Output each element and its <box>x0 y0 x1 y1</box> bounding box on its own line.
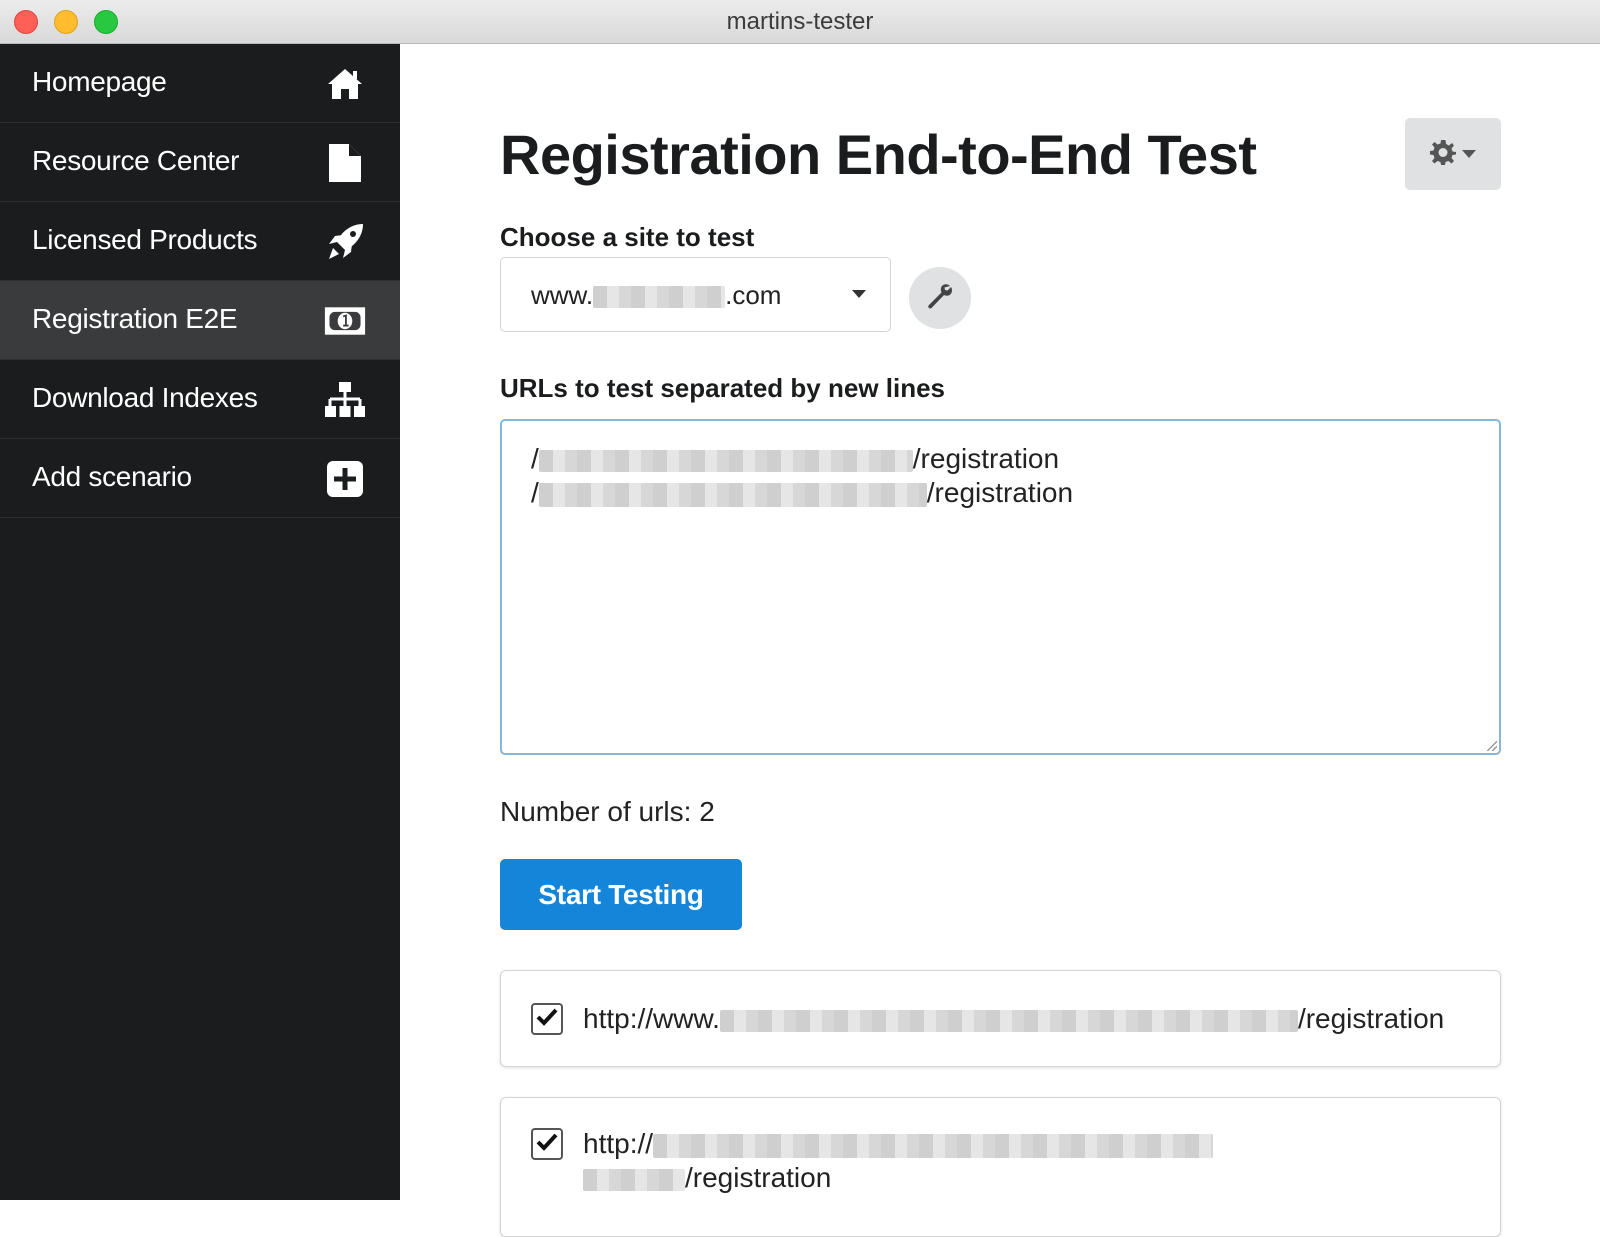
redacted-text <box>538 449 913 472</box>
file-icon <box>324 142 366 184</box>
redacted-text <box>653 1133 1214 1158</box>
result-card: http:// /registration <box>500 1097 1501 1237</box>
sidebar-item-label: Homepage <box>32 66 167 97</box>
url-line-prefix: / <box>531 443 539 474</box>
redacted-text <box>538 482 927 507</box>
result-url-continued: /registration <box>583 1162 831 1194</box>
url-count-label: Number of urls: <box>500 796 692 827</box>
url-count: Number of urls: 2 <box>500 796 715 828</box>
redacted-text <box>719 1009 1298 1032</box>
textarea-resize-handle[interactable] <box>1487 741 1497 751</box>
url-line: / /registration <box>531 477 1073 509</box>
site-select-dropdown[interactable]: www. .com <box>500 257 891 332</box>
result-url: http://www. /registration <box>583 1003 1444 1035</box>
result-checkbox[interactable] <box>531 1003 563 1035</box>
sitemap-icon <box>324 379 366 421</box>
url-line: / /registration <box>531 443 1059 475</box>
window-title: martins-tester <box>726 8 874 35</box>
sidebar-item-registration-e2e[interactable]: Registration E2E <box>0 281 400 360</box>
sidebar-item-label: Add scenario <box>32 461 192 492</box>
urls-textarea[interactable]: / /registration / /registration <box>500 419 1501 755</box>
gear-icon <box>1430 139 1456 170</box>
rocket-icon <box>324 221 366 263</box>
sidebar-item-resource-center[interactable]: Resource Center <box>0 123 400 202</box>
url-count-value: 2 <box>699 796 715 827</box>
start-testing-button[interactable]: Start Testing <box>500 859 742 930</box>
sidebar-item-licensed-products[interactable]: Licensed Products <box>0 202 400 281</box>
sidebar: Homepage Resource Center Licensed Produc… <box>0 44 400 1200</box>
url-line-prefix: / <box>531 477 539 508</box>
result-card: http://www. /registration <box>500 970 1501 1067</box>
url-line-suffix: /registration <box>926 477 1074 508</box>
site-select-value-prefix: www. <box>531 280 594 310</box>
result-url-suffix: /registration <box>1297 1003 1445 1034</box>
site-settings-button[interactable] <box>909 267 971 329</box>
result-url: http:// <box>583 1128 1214 1160</box>
sidebar-item-label: Registration E2E <box>32 303 238 334</box>
result-url-suffix: /registration <box>685 1162 832 1193</box>
sidebar-item-homepage[interactable]: Homepage <box>0 44 400 123</box>
checkmark-icon <box>536 1008 558 1031</box>
sidebar-item-add-scenario[interactable]: Add scenario <box>0 439 400 518</box>
result-checkbox[interactable] <box>531 1128 563 1160</box>
result-url-prefix: http:// <box>583 1128 654 1159</box>
redacted-text <box>583 1168 685 1191</box>
settings-dropdown-button[interactable] <box>1405 118 1501 190</box>
page-title: Registration End-to-End Test <box>500 123 1257 186</box>
chevron-down-icon <box>1462 145 1476 163</box>
sidebar-item-label: Download Indexes <box>32 382 258 413</box>
window-titlebar: martins-tester <box>0 0 1600 44</box>
redacted-text <box>593 286 726 309</box>
result-url-prefix: http://www. <box>583 1003 720 1034</box>
sidebar-item-label: Resource Center <box>32 145 240 176</box>
sidebar-item-download-indexes[interactable]: Download Indexes <box>0 360 400 439</box>
wrench-icon <box>927 283 953 314</box>
caret-down-icon <box>852 290 866 298</box>
sidebar-item-label: Licensed Products <box>32 224 258 255</box>
url-line-suffix: /registration <box>912 443 1060 474</box>
checkmark-icon <box>536 1133 558 1156</box>
money-icon <box>324 300 366 342</box>
urls-textarea-label: URLs to test separated by new lines <box>500 373 946 403</box>
plus-square-icon <box>324 458 366 500</box>
site-select-label: Choose a site to test <box>500 222 755 252</box>
home-icon <box>324 63 366 105</box>
site-select-value: www. .com <box>531 280 781 311</box>
site-select-value-suffix: .com <box>725 280 782 310</box>
